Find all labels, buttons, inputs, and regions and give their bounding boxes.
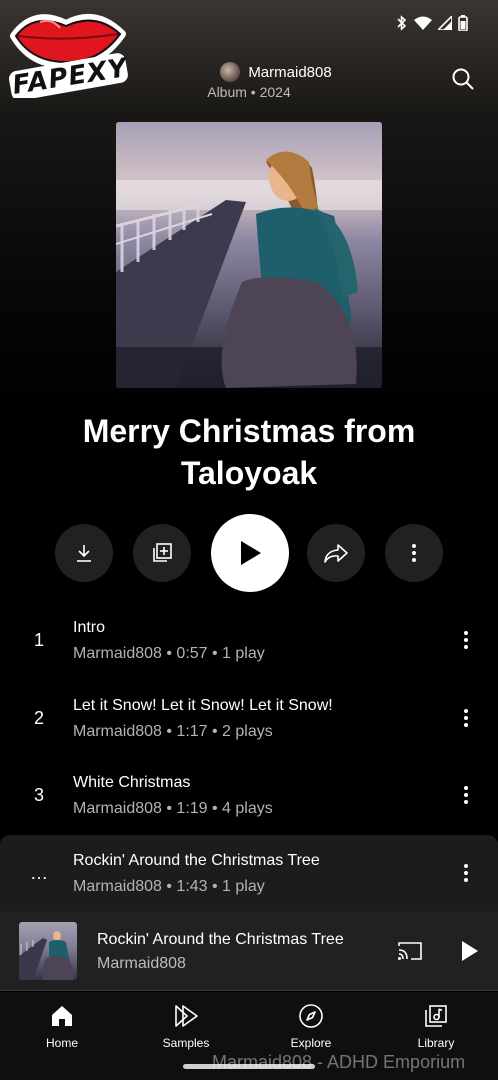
mini-player-play-button[interactable] [456,937,484,965]
track-row-now-playing[interactable]: … Rockin' Around the Christmas Tree Marm… [0,834,498,912]
album-title: Merry Christmas from Taloyoak [82,413,416,491]
battery-icon [458,15,468,31]
now-playing-indicator: … [30,862,48,883]
more-icon [464,631,468,649]
track-more-button[interactable] [452,704,480,732]
download-button[interactable] [55,524,113,582]
artist-avatar[interactable] [220,62,241,82]
bluetooth-icon [396,15,408,31]
track-number: 1 [33,630,44,650]
add-to-queue-icon [153,543,172,562]
mini-player[interactable]: Rockin' Around the Christmas Tree Marmai… [0,911,498,991]
nav-label: Samples [162,1036,210,1050]
cast-button[interactable] [396,937,424,965]
mini-player-thumbnail [19,922,77,980]
track-title: Intro [73,619,106,636]
mini-player-title: Rockin' Around the Christmas Tree [97,931,344,948]
track-title: Rockin' Around the Christmas Tree [73,851,320,869]
track-subtitle: Marmaid808 • 1:17 • 2 plays [73,722,273,740]
play-icon [462,941,478,961]
track-more-button[interactable] [452,781,480,809]
search-icon [452,68,474,90]
mini-player-artist: Marmaid808 [97,955,186,972]
explore-icon [299,1004,323,1028]
album-header: Marmaid808 Album • 2024 [0,62,498,100]
album-actions [0,514,498,592]
nav-explore[interactable]: Explore [266,1002,356,1050]
nav-library[interactable]: Library [391,1002,481,1050]
track-subtitle: Marmaid808 • 1:43 • 1 play [73,877,265,895]
play-button[interactable] [211,514,289,592]
library-icon [425,1005,447,1027]
track-title: White Christmas [73,774,191,791]
more-options-button[interactable] [385,524,443,582]
samples-icon [175,1005,198,1027]
signal-icon [438,16,452,30]
share-button[interactable] [307,524,365,582]
watermark: Marmaid808 - ADHD Emporium [212,1052,466,1072]
track-more-button[interactable] [452,626,480,654]
track-subtitle: Marmaid808 • 1:19 • 4 plays [73,800,273,817]
track-subtitle: Marmaid808 • 0:57 • 1 play [73,645,265,662]
album-meta: Album • 2024 [207,84,291,100]
nav-samples[interactable]: Samples [141,1002,231,1050]
play-icon [241,541,261,565]
nav-label: Library [417,1036,455,1050]
track-number: 3 [33,785,44,805]
album-cover [116,122,382,388]
share-icon [324,544,348,563]
track-list: 1 Intro Marmaid808 • 0:57 • 1 play 2 Let… [0,602,498,912]
more-icon [464,708,468,727]
search-button[interactable] [448,64,478,94]
album-page: FAPEXY Marmaid808 Album • 2024 Merry Chr… [0,0,498,1080]
nav-label: Explore [290,1036,332,1050]
save-to-library-button[interactable] [133,524,191,582]
track-row[interactable]: 3 White Christmas Marmaid808 • 1:19 • 4 … [0,757,498,835]
artist-name[interactable]: Marmaid808 [248,64,331,81]
track-row[interactable]: 1 Intro Marmaid808 • 0:57 • 1 play [0,602,498,680]
nav-label: Home [45,1036,78,1050]
cast-icon [398,942,422,960]
more-icon [412,544,416,562]
track-more-button[interactable] [452,859,480,887]
more-icon [464,863,468,882]
nav-home[interactable]: Home [17,1002,107,1050]
track-row[interactable]: 2 Let it Snow! Let it Snow! Let it Snow!… [0,680,498,758]
home-icon [52,1006,72,1026]
track-number: 2 [33,707,44,728]
download-icon [77,545,91,562]
track-title: Let it Snow! Let it Snow! Let it Snow! [73,696,333,714]
wifi-icon [414,16,432,30]
more-icon [464,786,468,804]
